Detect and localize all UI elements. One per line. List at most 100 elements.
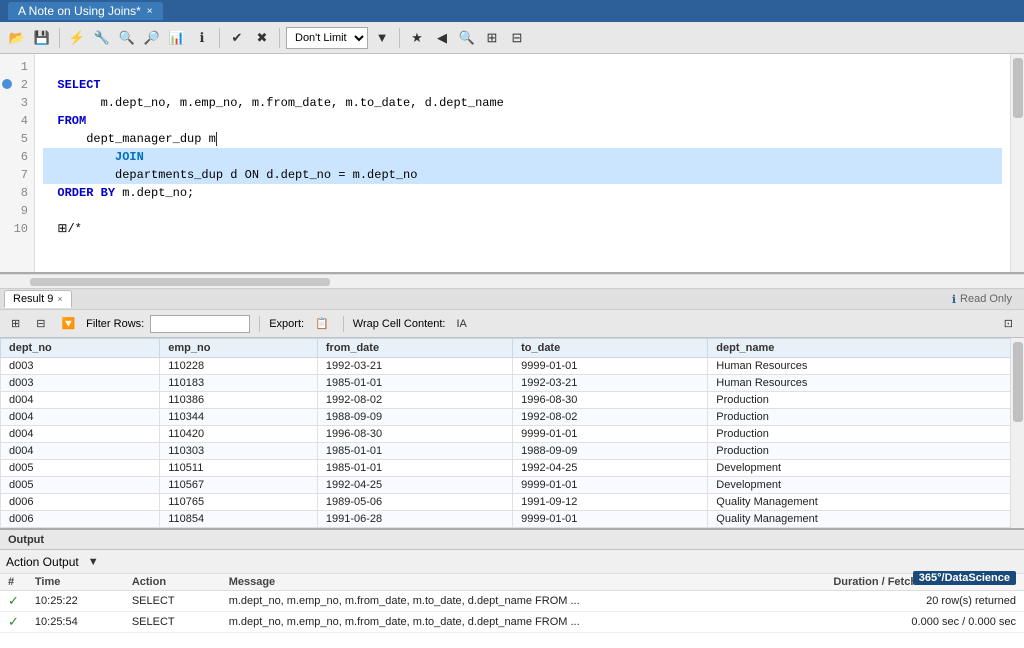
result-grid-btn[interactable]: ⊞ (6, 315, 25, 332)
filter-rows-input[interactable] (150, 315, 250, 333)
output-label: Output (8, 534, 44, 546)
result-table: dept_no emp_no from_date to_date dept_na… (0, 338, 1024, 528)
col-emp_no[interactable]: emp_no (160, 339, 318, 358)
line-2: 2 (0, 76, 28, 94)
col-time: Time (27, 574, 124, 591)
table-row[interactable]: d0051105671992-04-259999-01-01Developmen… (1, 477, 1024, 494)
cell-dept_name: Production (708, 426, 1024, 443)
output-cell-num: SELECT (124, 612, 221, 633)
cell-emp_no: 110386 (160, 392, 318, 409)
result-scroll-thumb[interactable] (1013, 342, 1023, 422)
cell-from_date: 1991-06-28 (317, 511, 512, 528)
h-scroll-thumb[interactable] (30, 278, 330, 286)
code-line-1 (43, 58, 1002, 76)
table-row[interactable]: d0041103441988-09-091992-08-02Production (1, 409, 1024, 426)
output-cell-time: 10:25:22 (27, 591, 124, 612)
table-row[interactable]: d0061108541991-06-289999-01-01Quality Ma… (1, 511, 1024, 528)
line-3: 3 (0, 94, 28, 112)
breakpoint-dot[interactable] (2, 79, 12, 89)
output-cell-status: ✓ (0, 591, 27, 612)
output-cell-message: m.dept_no, m.emp_no, m.from_date, m.to_d… (221, 612, 826, 633)
cell-dept_no: d004 (1, 426, 160, 443)
code-editor[interactable]: SELECT m.dept_no, m.emp_no, m.from_date,… (35, 54, 1010, 272)
cell-emp_no: 110567 (160, 477, 318, 494)
result-tab-label: Result 9 (13, 293, 53, 305)
result-scrollbar-right[interactable] (1010, 338, 1024, 528)
cell-to_date: 1992-08-02 (513, 409, 708, 426)
wrap-label: Wrap Cell Content: (353, 318, 446, 330)
check-button[interactable]: ✔ (226, 27, 248, 49)
code-line-3: m.dept_no, m.emp_no, m.from_date, m.to_d… (43, 94, 1002, 112)
result-toolbar: ⊞ ⊟ 🔽 Filter Rows: Export: 📋 Wrap Cell C… (0, 310, 1024, 338)
line-numbers: 1 2 3 4 5 6 7 8 9 10 (0, 54, 35, 272)
table-row[interactable]: d0061107651989-05-061991-09-12Quality Ma… (1, 494, 1024, 511)
rt-sep-1 (259, 316, 260, 332)
table-row[interactable]: d0041103031985-01-011988-09-09Production (1, 443, 1024, 460)
code-line-10: ⊞/* (43, 220, 1002, 238)
result-section: ⊞ ⊟ 🔽 Filter Rows: Export: 📋 Wrap Cell C… (0, 310, 1024, 528)
cols-button[interactable]: 📊 (166, 27, 188, 49)
cell-emp_no: 110344 (160, 409, 318, 426)
result-grid[interactable]: dept_no emp_no from_date to_date dept_na… (0, 338, 1024, 528)
editor-tab[interactable]: A Note on Using Joins* × (8, 2, 163, 20)
scroll-thumb[interactable] (1013, 58, 1023, 118)
cell-emp_no: 110765 (160, 494, 318, 511)
cell-dept_name: Human Resources (708, 375, 1024, 392)
info-button[interactable]: ℹ (191, 27, 213, 49)
result-tab-9[interactable]: Result 9 × (4, 290, 72, 308)
brand-watermark: 365°/DataScience (913, 571, 1016, 585)
cell-dept_no: d006 (1, 494, 160, 511)
export-button[interactable]: ⊟ (506, 27, 528, 49)
cell-dept_name: Development (708, 460, 1024, 477)
table-row[interactable]: d0031101831985-01-011992-03-21Human Reso… (1, 375, 1024, 392)
bookmark-button[interactable]: ★ (406, 27, 428, 49)
status-ok-icon: ✓ (8, 593, 19, 608)
output-row: ✓10:25:54SELECTm.dept_no, m.emp_no, m.fr… (0, 612, 1024, 633)
cell-dept_no: d003 (1, 375, 160, 392)
output-toolbar: Action Output ▼ (0, 550, 1024, 574)
table-row[interactable]: d0051105111985-01-011992-04-25Developmen… (1, 460, 1024, 477)
h-scrollbar[interactable] (0, 274, 1024, 288)
cell-to_date: 1996-08-30 (513, 392, 708, 409)
line-4: 4 (0, 112, 28, 130)
code-line-5: dept_manager_dup m (43, 130, 1002, 148)
output-cell-duration: 20 row(s) returned (825, 591, 1024, 612)
back-button[interactable]: ◀ (431, 27, 453, 49)
table-row[interactable]: d0031102281992-03-219999-01-01Human Reso… (1, 358, 1024, 375)
col-dept_no[interactable]: dept_no (1, 339, 160, 358)
limit-dropdown-btn[interactable]: ▼ (371, 27, 393, 49)
search2-button[interactable]: 🔍 (456, 27, 478, 49)
filter-button[interactable]: 🔎 (141, 27, 163, 49)
col-from_date[interactable]: from_date (317, 339, 512, 358)
result-form-btn[interactable]: ⊟ (31, 315, 50, 332)
run-button[interactable]: ⚡ (66, 27, 88, 49)
cell-dept_name: Development (708, 477, 1024, 494)
open-button[interactable]: 📂 (6, 27, 28, 49)
limit-select[interactable]: Don't Limit (286, 27, 368, 49)
grid-button[interactable]: ⊞ (481, 27, 503, 49)
close-icon[interactable]: × (147, 6, 153, 17)
col-dept_name[interactable]: dept_name (708, 339, 1024, 358)
run-all-button[interactable]: 🔧 (91, 27, 113, 49)
export-csv-btn[interactable]: 📋 (310, 315, 334, 332)
toolbar-sep-3 (279, 28, 280, 48)
wrap-btn[interactable]: IA (452, 316, 472, 332)
search-button[interactable]: 🔍 (116, 27, 138, 49)
stop-button[interactable]: ✖ (251, 27, 273, 49)
output-cell-num: SELECT (124, 591, 221, 612)
cell-dept_name: Production (708, 443, 1024, 460)
output-table: # Time Action Message Duration / Fetch ✓… (0, 574, 1024, 633)
tab-label: A Note on Using Joins* (18, 4, 141, 18)
result-tab-close[interactable]: × (57, 294, 62, 304)
result-tbody: d0031102281992-03-219999-01-01Human Reso… (1, 358, 1024, 528)
col-to_date[interactable]: to_date (513, 339, 708, 358)
table-row[interactable]: d0041103861992-08-021996-08-30Production (1, 392, 1024, 409)
result-filter-btn[interactable]: 🔽 (56, 315, 80, 332)
output-dropdown-btn[interactable]: ▼ (83, 554, 104, 570)
output-row: ✓10:25:22SELECTm.dept_no, m.emp_no, m.fr… (0, 591, 1024, 612)
cell-from_date: 1992-08-02 (317, 392, 512, 409)
save-button[interactable]: 💾 (31, 27, 53, 49)
table-row[interactable]: d0041104201996-08-309999-01-01Production (1, 426, 1024, 443)
editor-scrollbar-right[interactable] (1010, 54, 1024, 272)
fullscreen-btn[interactable]: ⊡ (999, 315, 1018, 332)
